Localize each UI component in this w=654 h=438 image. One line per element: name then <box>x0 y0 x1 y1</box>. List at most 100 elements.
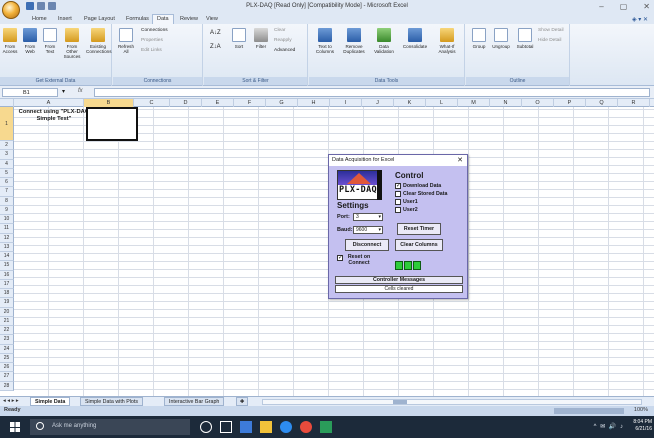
column-header[interactable]: Q <box>586 99 618 107</box>
row-header[interactable]: 17 <box>0 279 14 289</box>
column-header[interactable]: O <box>522 99 554 107</box>
advanced-filter-button[interactable]: Advanced <box>274 48 295 53</box>
from-other-sources-button[interactable]: From Other Sources <box>61 28 83 59</box>
column-header[interactable]: M <box>458 99 490 107</box>
remove-duplicates-button[interactable]: Remove Duplicates <box>341 28 367 54</box>
column-header[interactable]: J <box>362 99 394 107</box>
chrome-icon[interactable] <box>300 421 312 433</box>
row-header[interactable]: 5 <box>0 168 14 178</box>
minimize-button[interactable]: – <box>599 2 603 11</box>
disconnect-button[interactable]: Disconnect <box>345 239 389 251</box>
row-header[interactable]: 14 <box>0 252 14 262</box>
selected-cell-b1[interactable] <box>86 107 138 141</box>
baud-select[interactable]: 9600 ▾ <box>353 226 383 234</box>
column-header[interactable]: F <box>234 99 266 107</box>
horizontal-scrollbar[interactable] <box>262 399 642 405</box>
user1-checkbox[interactable]: User1 <box>395 199 418 205</box>
filter-button[interactable]: Filter <box>252 28 270 49</box>
sort-za-icon[interactable]: Z↓A <box>210 44 221 50</box>
row-header[interactable]: 8 <box>0 196 14 206</box>
maximize-button[interactable]: ▢ <box>620 2 628 11</box>
show-detail-button[interactable]: Show Detail <box>538 28 564 33</box>
column-header[interactable]: E <box>202 99 234 107</box>
from-web-button[interactable]: From Web <box>21 28 39 54</box>
row-header[interactable]: 27 <box>0 372 14 382</box>
column-header[interactable]: C <box>134 99 170 107</box>
tab-formulas[interactable]: Formulas <box>122 15 153 23</box>
connections-button[interactable]: Connections <box>141 28 168 33</box>
edge-icon[interactable] <box>240 421 252 433</box>
edit-links-button[interactable]: Edit Links <box>141 48 162 53</box>
row-header[interactable]: 15 <box>0 261 14 271</box>
consolidate-button[interactable]: Consolidate <box>401 28 429 49</box>
select-all-corner[interactable] <box>0 99 14 107</box>
tab-data[interactable]: Data <box>152 14 174 24</box>
row-header[interactable]: 25 <box>0 353 14 363</box>
port-select[interactable]: 3 ▾ <box>353 213 383 221</box>
row-header[interactable]: 22 <box>0 326 14 336</box>
row-header[interactable]: 9 <box>0 205 14 215</box>
column-header[interactable]: G <box>266 99 298 107</box>
row-header[interactable]: 7 <box>0 187 14 197</box>
row-header[interactable]: 2 <box>0 141 14 151</box>
hide-detail-button[interactable]: Hide Detail <box>538 38 561 43</box>
zoom-level[interactable]: 100% <box>634 407 648 413</box>
clear-stored-data-checkbox[interactable]: Clear Stored Data <box>395 191 447 197</box>
dialog-close-button[interactable]: ✕ <box>457 155 463 166</box>
row-header[interactable]: 28 <box>0 381 14 391</box>
row-header[interactable]: 4 <box>0 159 14 169</box>
insert-sheet-icon[interactable]: ✚ <box>236 397 249 406</box>
refresh-all-button[interactable]: Refresh All <box>117 28 135 54</box>
column-header[interactable]: H <box>298 99 330 107</box>
group-button[interactable]: Group <box>470 28 488 49</box>
tab-review[interactable]: Review <box>176 15 202 23</box>
office-button[interactable] <box>2 1 20 19</box>
row-header[interactable]: 12 <box>0 233 14 243</box>
store-icon[interactable] <box>280 421 292 433</box>
row-header[interactable]: 3 <box>0 150 14 160</box>
from-text-button[interactable]: From Text <box>41 28 59 54</box>
close-button[interactable]: ✕ <box>643 2 650 11</box>
row-header[interactable]: 24 <box>0 344 14 354</box>
row-header[interactable]: 1 <box>0 107 14 141</box>
column-header[interactable]: B <box>84 99 134 107</box>
what-if-analysis-button[interactable]: What-If Analysis <box>433 28 461 54</box>
sort-button[interactable]: Sort <box>230 28 248 49</box>
row-header[interactable]: 20 <box>0 307 14 317</box>
text-to-columns-button[interactable]: Text to Columns <box>313 28 337 54</box>
column-header[interactable]: I <box>330 99 362 107</box>
file-explorer-icon[interactable] <box>260 421 272 433</box>
clear-filter-button[interactable]: Clear <box>274 28 285 33</box>
row-header[interactable]: 19 <box>0 298 14 308</box>
scrollbar-thumb[interactable] <box>393 400 407 404</box>
cortana-icon[interactable] <box>200 421 212 433</box>
from-access-button[interactable]: From Access <box>1 28 19 54</box>
properties-button[interactable]: Properties <box>141 38 163 43</box>
row-header[interactable]: 10 <box>0 215 14 225</box>
tab-home[interactable]: Home <box>28 15 51 23</box>
reset-timer-button[interactable]: Reset Timer <box>397 223 441 235</box>
sort-az-icon[interactable]: A↓Z <box>210 30 221 36</box>
reset-on-connect-checkbox[interactable]: Reset on Connect <box>337 254 373 266</box>
name-box-dropdown-icon[interactable]: ▾ <box>62 88 65 95</box>
system-tray-icons[interactable]: ^ ✉ 🔊 ♪ <box>594 423 624 430</box>
sheet-tab-simple-data[interactable]: Simple Data <box>30 397 71 406</box>
sheet-tab-interactive-bar-graph[interactable]: Interactive Bar Graph <box>164 397 225 406</box>
reapply-button[interactable]: Reapply <box>274 38 292 43</box>
sheet-tab-simple-data-with-plots[interactable]: Simple Data with Plots <box>80 397 143 406</box>
insert-function-icon[interactable]: fx <box>78 88 83 94</box>
user2-checkbox[interactable]: User2 <box>395 207 418 213</box>
data-validation-button[interactable]: Data Validation <box>371 28 397 54</box>
row-header[interactable]: 13 <box>0 242 14 252</box>
row-header[interactable]: 26 <box>0 363 14 373</box>
column-header[interactable]: P <box>554 99 586 107</box>
sheet-nav-arrows[interactable]: ◂ ◂ ▸ ▸ <box>3 398 19 404</box>
taskbar-search[interactable]: Ask me anything <box>30 419 190 435</box>
subtotal-button[interactable]: Subtotal <box>514 28 536 49</box>
formula-input[interactable] <box>94 88 650 97</box>
download-data-checkbox[interactable]: Download Data <box>395 182 441 189</box>
tab-insert[interactable]: Insert <box>54 15 76 23</box>
existing-connections-button[interactable]: Existing Connections <box>86 28 112 54</box>
tab-view[interactable]: View <box>202 15 222 23</box>
row-header[interactable]: 23 <box>0 335 14 345</box>
